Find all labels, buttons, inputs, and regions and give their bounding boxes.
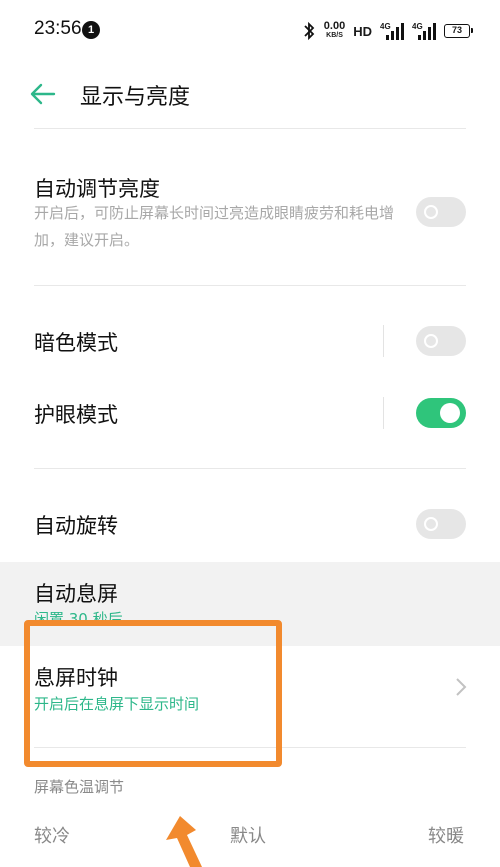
cool-label: 较冷: [34, 826, 70, 847]
divider: [34, 285, 466, 286]
page-title: 显示与亮度: [80, 85, 191, 110]
hd-voice-icon: HD: [353, 23, 372, 39]
network-speed: 0.00 KB/S: [323, 20, 346, 40]
divider: [34, 128, 466, 129]
notification-badge: 1: [82, 21, 100, 39]
dark-mode-toggle[interactable]: [416, 326, 466, 356]
toggle-knob: [440, 403, 460, 423]
network-speed-unit: KB/S: [326, 32, 343, 39]
color-temperature-label: 屏幕色温调节: [34, 778, 125, 796]
auto-brightness-description: 开启后，可防止屏幕长时间过亮造成眼睛疲劳和耗电增加，建议开启。: [34, 204, 395, 249]
status-icons: 0.00 KB/S HD 4G 4G 73: [302, 20, 473, 42]
vertical-separator: [383, 397, 384, 429]
auto-rotate-title: 自动旋转: [34, 514, 118, 538]
arrow-left-icon[interactable]: [30, 82, 56, 106]
signal-icon-1: 4G: [380, 22, 404, 40]
network-speed-value: 0.00: [323, 20, 346, 32]
bluetooth-icon: [304, 21, 315, 41]
screen-timeout-value: 闲置 30 秒后: [34, 610, 123, 622]
screen-off-clock-row[interactable]: 息屏时钟 开启后在息屏下显示时间: [0, 646, 500, 746]
toggle-knob: [424, 205, 438, 219]
chevron-right-icon: [456, 678, 467, 696]
default-label: 默认: [230, 826, 266, 847]
dark-mode-title: 暗色模式: [34, 331, 118, 355]
status-bar: 23:56 1 0.00 KB/S HD 4G 4G 73: [0, 0, 500, 60]
vertical-separator: [383, 325, 384, 357]
toggle-knob: [424, 334, 438, 348]
status-time: 23:56: [34, 18, 82, 39]
screen-off-clock-title: 息屏时钟: [34, 666, 118, 690]
warm-label: 较暖: [428, 826, 464, 847]
battery-icon: 73: [444, 24, 473, 38]
auto-brightness-title: 自动调节亮度: [34, 177, 160, 201]
eye-care-toggle[interactable]: [416, 398, 466, 428]
auto-brightness-toggle[interactable]: [416, 197, 466, 227]
screen-timeout-title: 自动息屏: [34, 582, 118, 606]
divider: [34, 468, 466, 469]
signal-icon-2: 4G: [412, 22, 436, 40]
eye-care-title: 护眼模式: [34, 403, 118, 427]
annotation-arrow-icon: [166, 816, 202, 867]
screen-timeout-row[interactable]: 自动息屏 闲置 30 秒后: [0, 562, 500, 646]
toggle-knob: [424, 517, 438, 531]
auto-rotate-toggle[interactable]: [416, 509, 466, 539]
divider: [34, 747, 466, 748]
screen-off-clock-description: 开启后在息屏下显示时间: [34, 695, 200, 713]
